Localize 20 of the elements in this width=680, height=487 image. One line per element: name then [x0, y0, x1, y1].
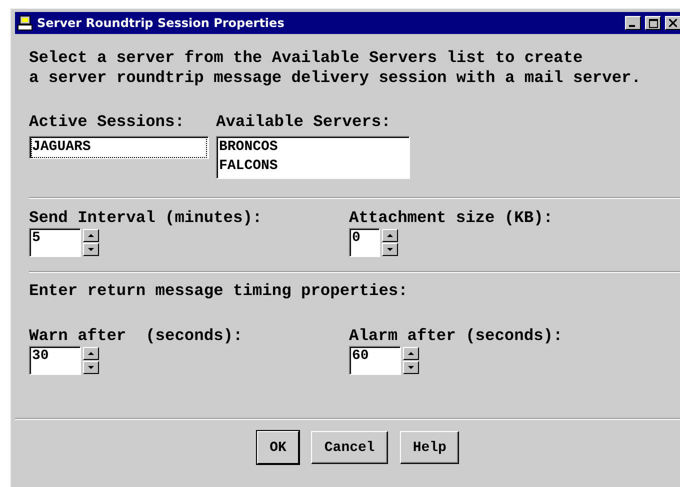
section-heading: Enter return message timing properties: — [29, 281, 409, 301]
instruction-text: Select a server from the Available Servers list to create — [29, 48, 584, 68]
list-label: Available Servers: — [216, 112, 392, 132]
dialog-button[interactable]: Help — [400, 431, 460, 464]
field-label: Alarm after (seconds): — [349, 326, 564, 346]
field-label: Attachment size (KB): — [349, 208, 554, 228]
number-field[interactable]: 30 — [29, 346, 81, 375]
dialog-button[interactable]: OK — [256, 431, 300, 464]
field-label: Send Interval (minutes): — [29, 208, 264, 228]
number-field[interactable]: 5 — [29, 228, 81, 257]
window-title: Server Roundtrip Session Properties — [37, 16, 286, 30]
list-item[interactable]: BRONCOS — [219, 138, 407, 157]
available-servers-list[interactable]: BRONCOS FALCONS — [216, 136, 410, 179]
field-label: Warn after (seconds): — [29, 326, 244, 346]
number-field[interactable]: 0 — [349, 228, 380, 257]
list-label: Active Sessions: — [29, 112, 186, 132]
instruction-text: a server roundtrip message delivery session with a mail server. — [29, 68, 642, 88]
dialog-button[interactable]: Cancel — [311, 431, 388, 464]
list-item[interactable]: FALCONS — [219, 157, 407, 176]
number-field[interactable]: 60 — [349, 346, 401, 375]
